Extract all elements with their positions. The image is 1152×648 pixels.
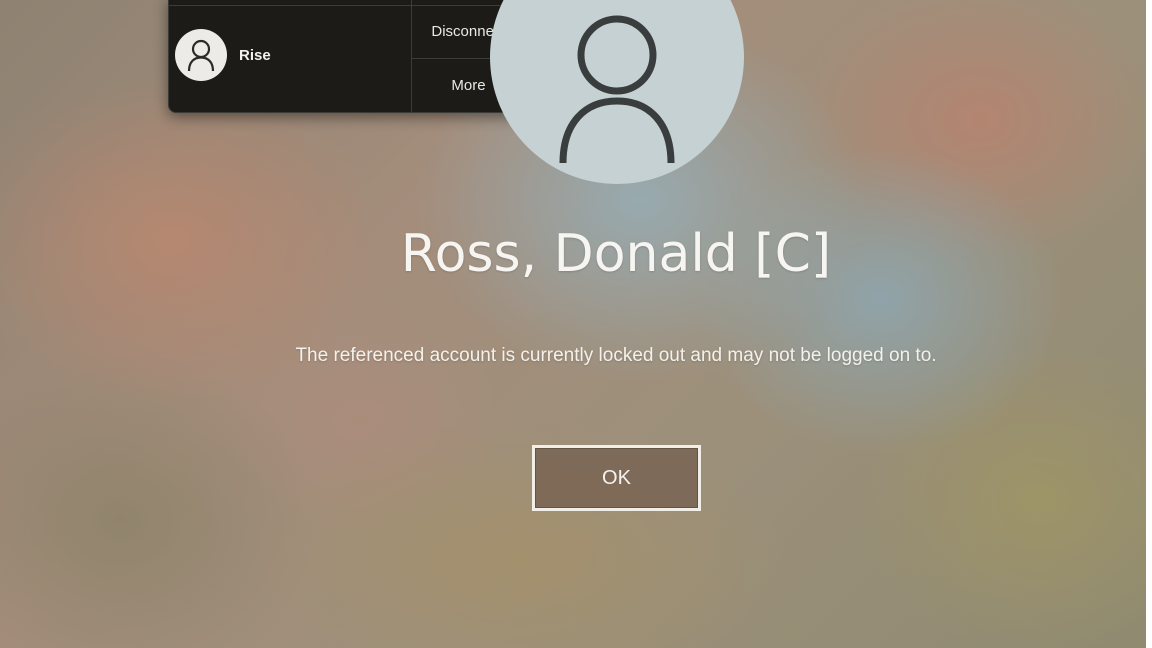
lockout-message: The referenced account is currently lock… (295, 345, 937, 366)
panel-username[interactable]: Rise (239, 47, 271, 64)
person-icon (187, 39, 215, 72)
ok-button[interactable]: OK (532, 445, 701, 511)
panel-divider (169, 5, 525, 6)
account-avatar (490, 0, 744, 184)
screen-edge (1146, 0, 1152, 648)
user-switch-panel: Rise Disconnect More (168, 0, 526, 113)
user-avatar[interactable] (175, 29, 227, 81)
person-icon (559, 15, 675, 164)
account-name: Ross, Donald [C] (400, 224, 832, 284)
lock-screen-background: Rise Disconnect More Ross, Donald [C] Th… (0, 0, 1146, 648)
panel-divider (411, 0, 412, 112)
